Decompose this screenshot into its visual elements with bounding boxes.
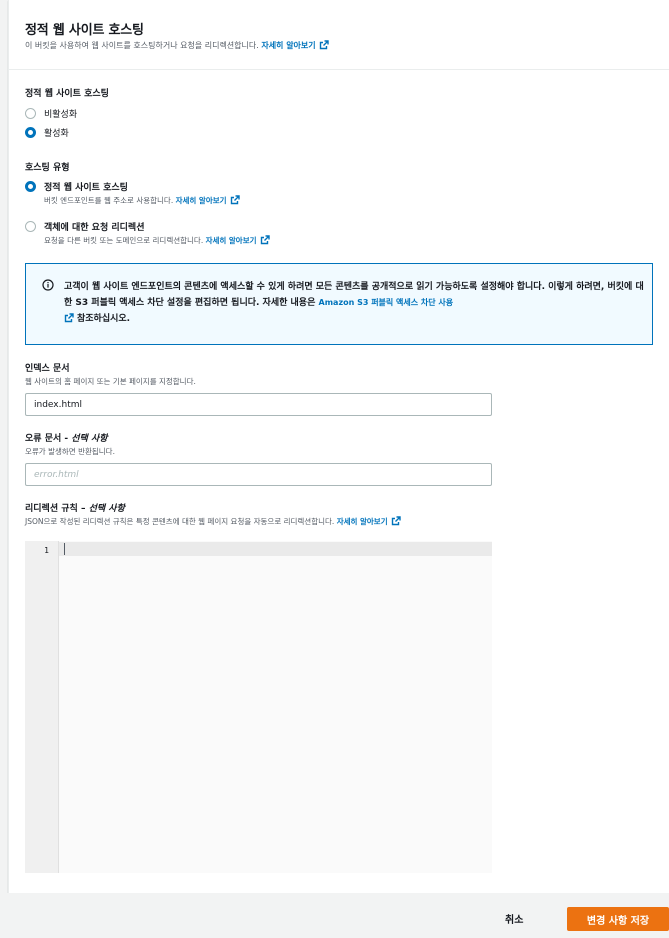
panel-header: 정적 웹 사이트 호스팅 이 버킷을 사용하여 웹 사이트를 호스팅하거나 요청… bbox=[9, 0, 669, 70]
index-document-description: 웹 사이트의 홈 페이지 또는 기본 페이지를 지정합니다. bbox=[25, 377, 196, 386]
redirect-requests-learn-more-link[interactable]: 자세히 알아보기 bbox=[205, 235, 270, 245]
redirection-rules-description-text: JSON으로 작성된 리디렉션 규칙은 특정 콘텐츠에 대한 웹 페이지 요청을… bbox=[25, 517, 335, 526]
radio-disable[interactable]: 비활성화 bbox=[25, 107, 77, 120]
radio-static-hosting-label: 정적 웹 사이트 호스팅 bbox=[44, 183, 128, 193]
error-document-optional: 선택 사항 bbox=[71, 434, 108, 444]
error-document-placeholder: error.html bbox=[34, 469, 79, 480]
index-document-label: 인덱스 문서 bbox=[25, 364, 70, 374]
save-changes-button[interactable]: 변경 사항 저장 bbox=[567, 907, 669, 931]
redirection-rules-description: JSON으로 작성된 리디렉션 규칙은 특정 콘텐츠에 대한 웹 페이지 요청을… bbox=[25, 516, 401, 527]
alert-link-label: Amazon S3 퍼블릭 액세스 차단 사용 bbox=[318, 298, 454, 307]
external-link-icon bbox=[230, 195, 240, 205]
info-icon bbox=[42, 279, 54, 291]
external-link-icon bbox=[391, 516, 401, 526]
hosting-type-label: 호스팅 유형 bbox=[25, 163, 70, 173]
redirection-rules-label-text: 리디렉션 규칙 – bbox=[25, 504, 89, 514]
error-document-input[interactable]: error.html bbox=[25, 463, 492, 486]
public-access-info-alert: 고객이 웹 사이트 엔드포인트의 콘텐츠에 액세스할 수 있게 하려면 모든 콘… bbox=[25, 263, 653, 345]
radio-disable-label: 비활성화 bbox=[44, 110, 78, 120]
index-document-input[interactable]: index.html bbox=[25, 393, 492, 416]
radio-redirect-requests[interactable]: 객체에 대한 요청 리디렉션 bbox=[25, 220, 144, 233]
redirect-requests-learn-more-label: 자세히 알아보기 bbox=[205, 236, 257, 245]
redirection-rules-optional: 선택 사항 bbox=[88, 504, 125, 514]
alert-message: 고객이 웹 사이트 엔드포인트의 콘텐츠에 액세스할 수 있게 하려면 모든 콘… bbox=[64, 279, 648, 327]
radio-static-hosting[interactable]: 정적 웹 사이트 호스팅 bbox=[25, 180, 128, 193]
cancel-button[interactable]: 취소 bbox=[505, 911, 523, 926]
alert-suffix: 참조하십시오. bbox=[77, 314, 131, 324]
header-learn-more-label: 자세히 알아보기 bbox=[261, 41, 316, 50]
external-link-icon bbox=[64, 313, 74, 323]
editor-active-line bbox=[59, 542, 492, 556]
redirect-requests-description: 요청을 다른 버킷 또는 도메인으로 리디렉션합니다. 자세히 알아보기 bbox=[44, 235, 270, 246]
static-website-hosting-panel: 정적 웹 사이트 호스팅 이 버킷을 사용하여 웹 사이트를 호스팅하거나 요청… bbox=[8, 0, 669, 893]
radio-static-hosting-button[interactable] bbox=[25, 181, 36, 192]
redirection-rules-editor[interactable]: 1 bbox=[25, 541, 492, 873]
static-hosting-label: 정적 웹 사이트 호스팅 bbox=[25, 89, 109, 99]
page-title: 정적 웹 사이트 호스팅 bbox=[25, 23, 144, 38]
radio-redirect-requests-label: 객체에 대한 요청 리디렉션 bbox=[44, 223, 145, 233]
radio-enable-button[interactable] bbox=[25, 127, 36, 138]
header-learn-more-link[interactable]: 자세히 알아보기 bbox=[261, 40, 329, 50]
radio-enable[interactable]: 활성화 bbox=[25, 126, 69, 139]
static-hosting-description-text: 버킷 엔드포인트를 웹 주소로 사용합니다. bbox=[44, 196, 174, 205]
static-hosting-learn-more-link[interactable]: 자세히 알아보기 bbox=[175, 195, 240, 205]
radio-redirect-requests-button[interactable] bbox=[25, 221, 36, 232]
footer-actions: 취소 변경 사항 저장 bbox=[0, 893, 669, 938]
error-document-label-text: 오류 문서 - bbox=[25, 434, 72, 444]
editor-cursor bbox=[64, 543, 65, 555]
external-link-icon bbox=[319, 40, 329, 50]
external-link-icon bbox=[260, 235, 270, 245]
header-description-text: 이 버킷을 사용하여 웹 사이트를 호스팅하거나 요청을 리디렉션합니다. bbox=[25, 41, 259, 50]
redirect-requests-description-text: 요청을 다른 버킷 또는 도메인으로 리디렉션합니다. bbox=[44, 236, 204, 245]
redirection-rules-learn-more-label: 자세히 알아보기 bbox=[336, 517, 388, 526]
line-number: 1 bbox=[44, 546, 49, 555]
editor-gutter: 1 bbox=[25, 541, 59, 873]
error-document-label: 오류 문서 - 선택 사항 bbox=[25, 431, 108, 444]
radio-disable-button[interactable] bbox=[25, 108, 36, 119]
redirection-rules-learn-more-link[interactable]: 자세히 알아보기 bbox=[336, 516, 401, 526]
redirection-rules-label: 리디렉션 규칙 – 선택 사항 bbox=[25, 501, 125, 514]
index-document-value: index.html bbox=[34, 399, 82, 410]
alert-public-access-link[interactable]: Amazon S3 퍼블릭 액세스 차단 사용 bbox=[319, 298, 454, 307]
radio-enable-label: 활성화 bbox=[44, 129, 69, 139]
error-document-description: 오류가 발생하면 반환됩니다. bbox=[25, 447, 115, 456]
header-description: 이 버킷을 사용하여 웹 사이트를 호스팅하거나 요청을 리디렉션합니다. 자세… bbox=[25, 40, 329, 51]
static-hosting-learn-more-label: 자세히 알아보기 bbox=[175, 196, 227, 205]
static-hosting-description: 버킷 엔드포인트를 웹 주소로 사용합니다. 자세히 알아보기 bbox=[44, 195, 240, 206]
